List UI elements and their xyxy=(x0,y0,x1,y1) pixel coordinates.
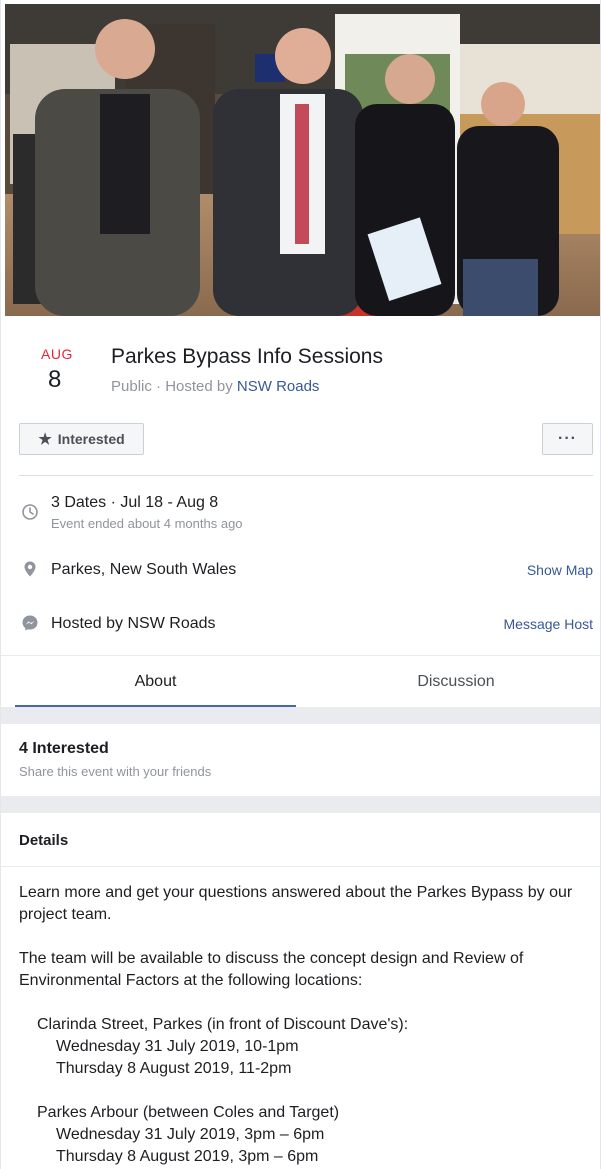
event-title: Parkes Bypass Info Sessions xyxy=(111,345,383,368)
interested-button[interactable]: ★ Interested xyxy=(19,423,144,455)
location-block: Parkes Arbour (between Coles and Target)… xyxy=(19,1102,594,1168)
divider xyxy=(19,475,593,476)
location-text: Parkes, New South Wales xyxy=(51,561,237,578)
event-header: AUG 8 Parkes Bypass Info Sessions Public… xyxy=(1,316,600,406)
location-row: Parkes, New South Wales Show Map xyxy=(1,558,600,584)
messenger-icon xyxy=(22,615,38,631)
host-row: Hosted by NSW Roads Message Host xyxy=(1,612,600,638)
session-time: Thursday 8 August 2019, 11-2pm xyxy=(56,1060,292,1077)
event-privacy: Public xyxy=(111,378,152,395)
more-icon: ··· xyxy=(558,430,577,447)
session-time: Thursday 8 August 2019, 3pm – 6pm xyxy=(56,1148,319,1165)
event-date-day: 8 xyxy=(48,366,62,393)
host-link[interactable]: NSW Roads xyxy=(237,378,320,395)
tab-discussion[interactable]: Discussion xyxy=(311,656,600,708)
location-name: Parkes Arbour (between Coles and Target) xyxy=(37,1104,340,1121)
star-icon: ★ xyxy=(38,431,52,448)
dates-row[interactable]: 3 Dates · Jul 18 - Aug 8 Event ended abo… xyxy=(1,490,600,540)
session-time: Wednesday 31 July 2019, 3pm – 6pm xyxy=(56,1126,325,1143)
location-block: Clarinda Street, Parkes (in front of Dis… xyxy=(19,1014,594,1080)
interested-count: 4 Interested xyxy=(19,740,109,757)
location-name: Clarinda Street, Parkes (in front of Dis… xyxy=(37,1016,409,1033)
section-separator xyxy=(1,707,600,724)
more-options-button[interactable]: ··· xyxy=(542,423,593,455)
interested-button-label: Interested xyxy=(57,431,125,447)
dates-summary: 3 Dates · Jul 18 - Aug 8 xyxy=(51,494,219,511)
event-subtitle: Public · Hosted by NSW Roads xyxy=(111,378,319,395)
hosted-by-text: Hosted by NSW Roads xyxy=(51,615,216,632)
event-page: AUG 8 Parkes Bypass Info Sessions Public… xyxy=(0,0,601,1169)
tab-about[interactable]: About xyxy=(15,656,296,708)
cover-photo[interactable] xyxy=(5,4,600,316)
event-tabs: About Discussion xyxy=(1,655,600,708)
divider xyxy=(1,866,600,867)
event-ended-note: Event ended about 4 months ago xyxy=(51,516,243,531)
show-map-link[interactable]: Show Map xyxy=(527,562,593,578)
location-pin-icon xyxy=(24,561,36,577)
details-body: Learn more and get your questions answer… xyxy=(19,882,594,1169)
details-intro: Learn more and get your questions answer… xyxy=(19,884,573,923)
message-host-link[interactable]: Message Host xyxy=(504,616,593,632)
cover-photo-illustration xyxy=(5,4,600,316)
section-separator xyxy=(1,796,600,813)
details-team: The team will be available to discuss th… xyxy=(19,950,524,989)
hosted-by-prefix: · Hosted by xyxy=(156,378,233,395)
session-time: Wednesday 31 July 2019, 10-1pm xyxy=(56,1038,299,1055)
event-date-month: AUG xyxy=(41,346,73,362)
share-prompt: Share this event with your friends xyxy=(19,764,212,779)
details-heading: Details xyxy=(19,832,69,849)
clock-icon xyxy=(22,504,38,520)
